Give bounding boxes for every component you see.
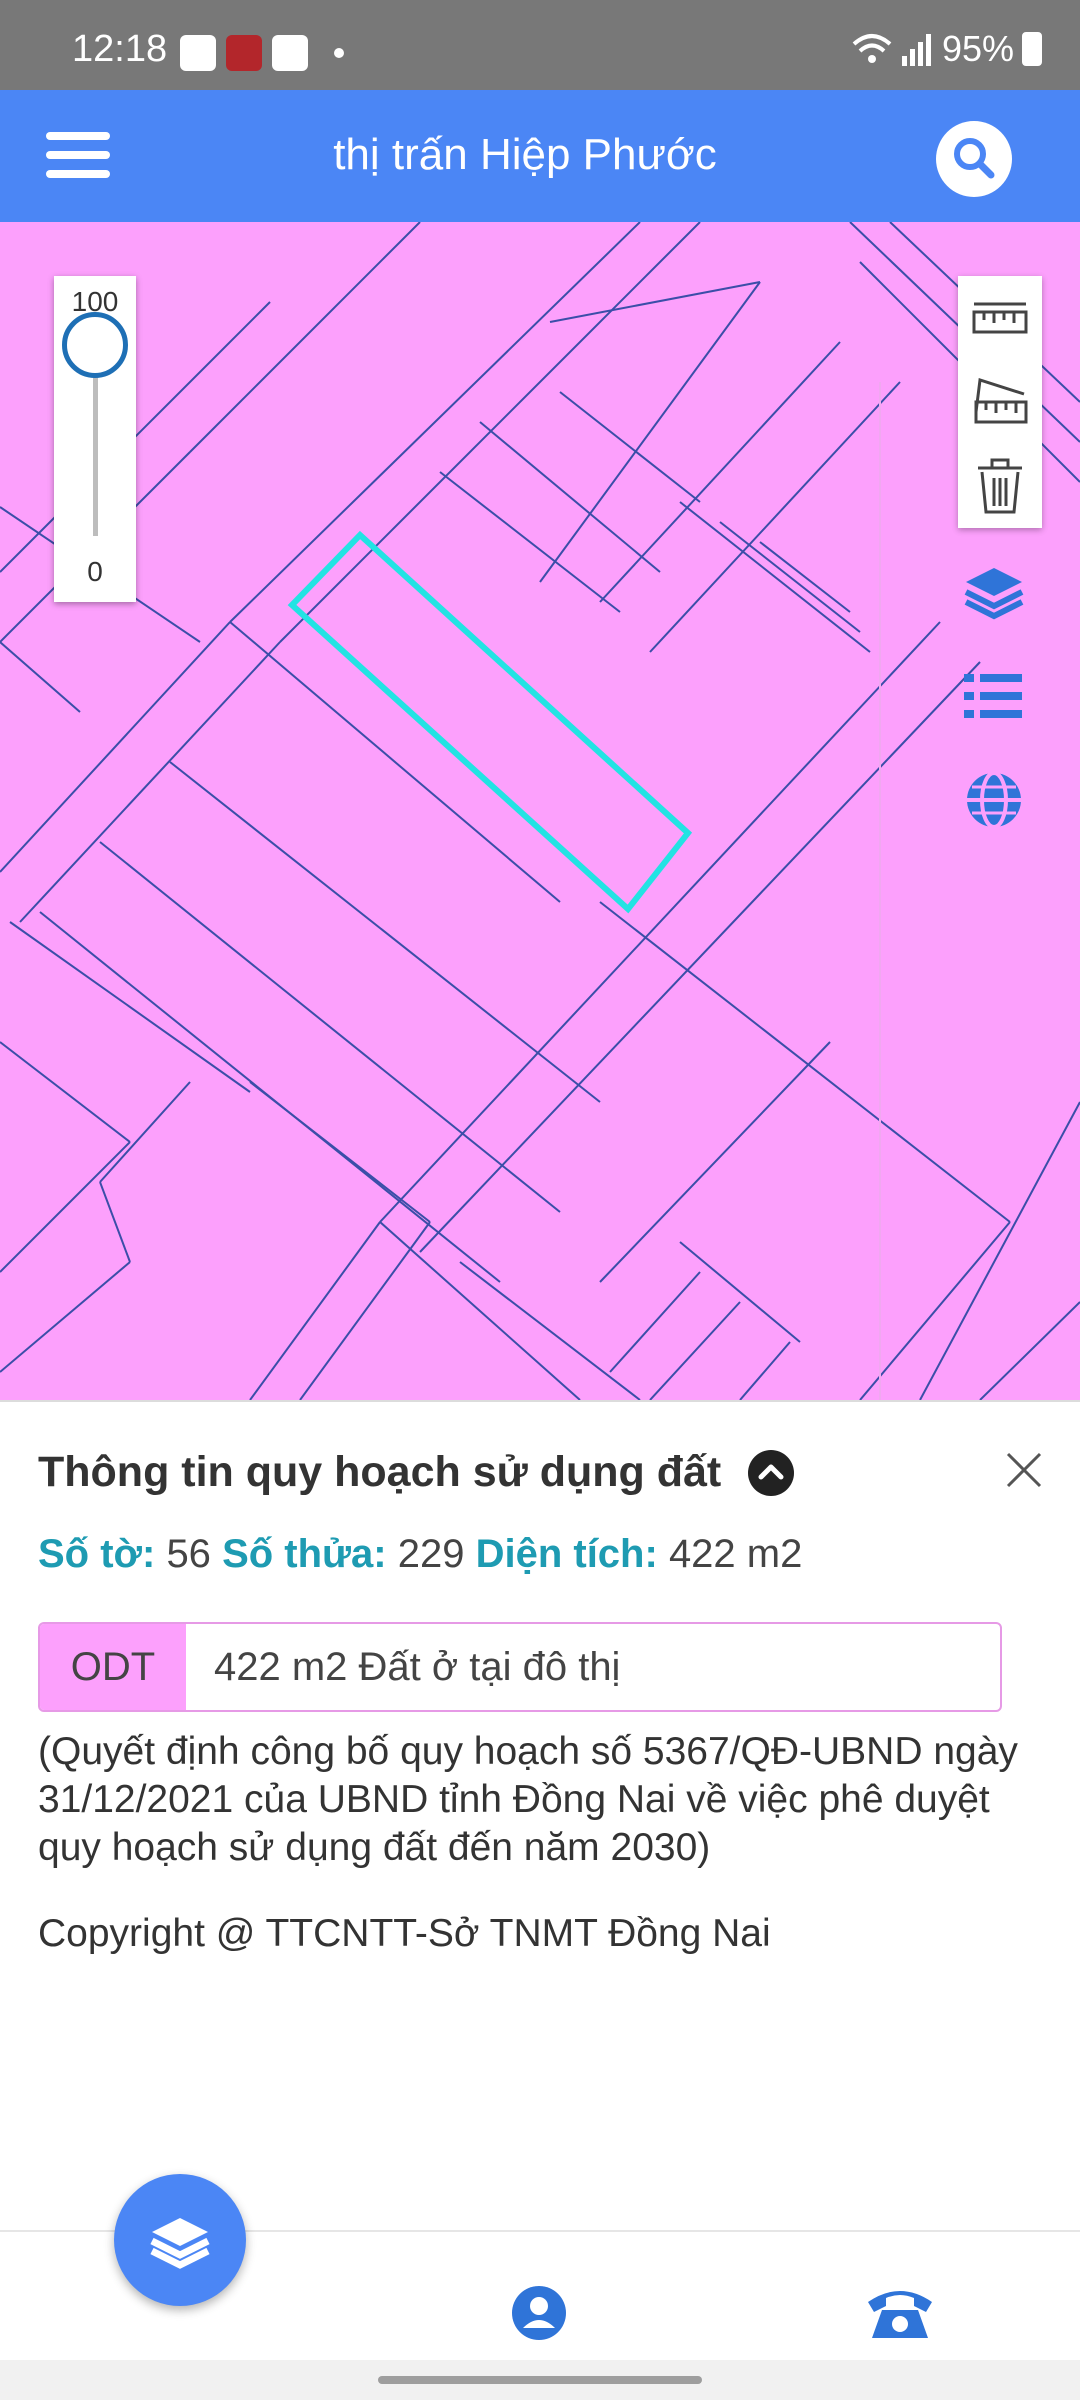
clear-measure-button[interactable] — [970, 456, 1030, 516]
wifi-icon — [852, 34, 892, 63]
layers-icon — [150, 2218, 210, 2269]
sheet-number-label: Số tờ: — [38, 1532, 156, 1576]
parcel-lines — [0, 222, 1080, 1400]
globe-icon — [967, 771, 1021, 829]
collapse-button[interactable] — [748, 1450, 794, 1496]
opacity-knob[interactable] — [62, 312, 128, 378]
measure-tools-panel — [958, 276, 1042, 528]
battery-percent: 95% — [941, 28, 1014, 69]
clock-app-icon — [272, 35, 308, 71]
land-use-description: 422 m2 Đất ở tại đô thị — [214, 1645, 621, 1689]
land-use-code: ODT — [40, 1624, 186, 1710]
layers-fab-button[interactable] — [114, 2174, 246, 2306]
page-title: thị trấn Hiệp Phước — [333, 130, 717, 179]
notification-icons — [180, 35, 344, 71]
signal-icon — [901, 34, 931, 66]
area-value: 422 m2 — [668, 1532, 803, 1576]
more-notifications-icon — [334, 48, 344, 58]
status-time: 12:18 — [72, 28, 168, 70]
layers-icon — [964, 568, 1024, 620]
user-icon — [512, 2286, 566, 2340]
search-button[interactable] — [936, 121, 1012, 197]
parcel-number-value: 229 — [397, 1532, 465, 1576]
measure-distance-button[interactable] — [970, 290, 1030, 350]
measure-distance-icon — [972, 302, 1028, 334]
parcel-number-label: Số thửa: — [222, 1532, 387, 1576]
area-label: Diện tích: — [475, 1532, 658, 1576]
battery-icon — [1022, 32, 1042, 66]
list-icon — [964, 674, 1022, 718]
parcel-summary: Số tờ: 56 Số thửa: 229 Diện tích: 422 m2 — [38, 1532, 802, 1577]
measure-area-icon — [974, 378, 1028, 424]
status-right: 95% — [852, 28, 1042, 70]
nav-phone-button[interactable] — [864, 2282, 936, 2344]
map-view[interactable]: 100 0 — [0, 222, 1080, 1400]
opacity-min-label: 0 — [87, 556, 103, 587]
basemap-button[interactable] — [962, 768, 1026, 832]
selected-parcel[interactable] — [287, 530, 693, 914]
sheet-number-value: 56 — [166, 1532, 211, 1576]
gesture-bar — [0, 2360, 1080, 2400]
sheet-title: Thông tin quy hoạch sử dụng đất — [38, 1448, 722, 1496]
search-icon — [954, 138, 995, 179]
land-use-row[interactable]: ODT 422 m2 Đất ở tại đô thị — [38, 1622, 1002, 1712]
nav-profile-button[interactable] — [510, 2284, 568, 2342]
close-button[interactable] — [1000, 1446, 1048, 1494]
measure-area-button[interactable] — [970, 372, 1030, 432]
app-header: thị trấn Hiệp Phước — [0, 90, 1080, 222]
planning-decision-text: (Quyết định công bố quy hoạch số 5367/QĐ… — [38, 1730, 1018, 1869]
copyright-text: Copyright @ TTCNTT-Sở TNMT Đồng Nai — [38, 1912, 771, 1955]
hamburger-menu-icon[interactable] — [46, 132, 110, 182]
chevron-up-icon — [758, 1464, 784, 1480]
trash-icon — [978, 458, 1022, 514]
phone-icon — [868, 2291, 932, 2338]
land-info-sheet: Thông tin quy hoạch sử dụng đất Số tờ: 5… — [0, 1400, 1080, 2230]
opacity-slider[interactable]: 100 0 — [54, 276, 136, 602]
status-bar: 12:18 95% — [0, 0, 1080, 90]
legend-list-button[interactable] — [962, 664, 1026, 728]
game-app-icon — [226, 35, 262, 71]
layers-button[interactable] — [962, 560, 1026, 624]
close-icon — [1006, 1452, 1042, 1488]
video-app-icon — [180, 35, 216, 71]
home-indicator[interactable] — [378, 2376, 702, 2384]
